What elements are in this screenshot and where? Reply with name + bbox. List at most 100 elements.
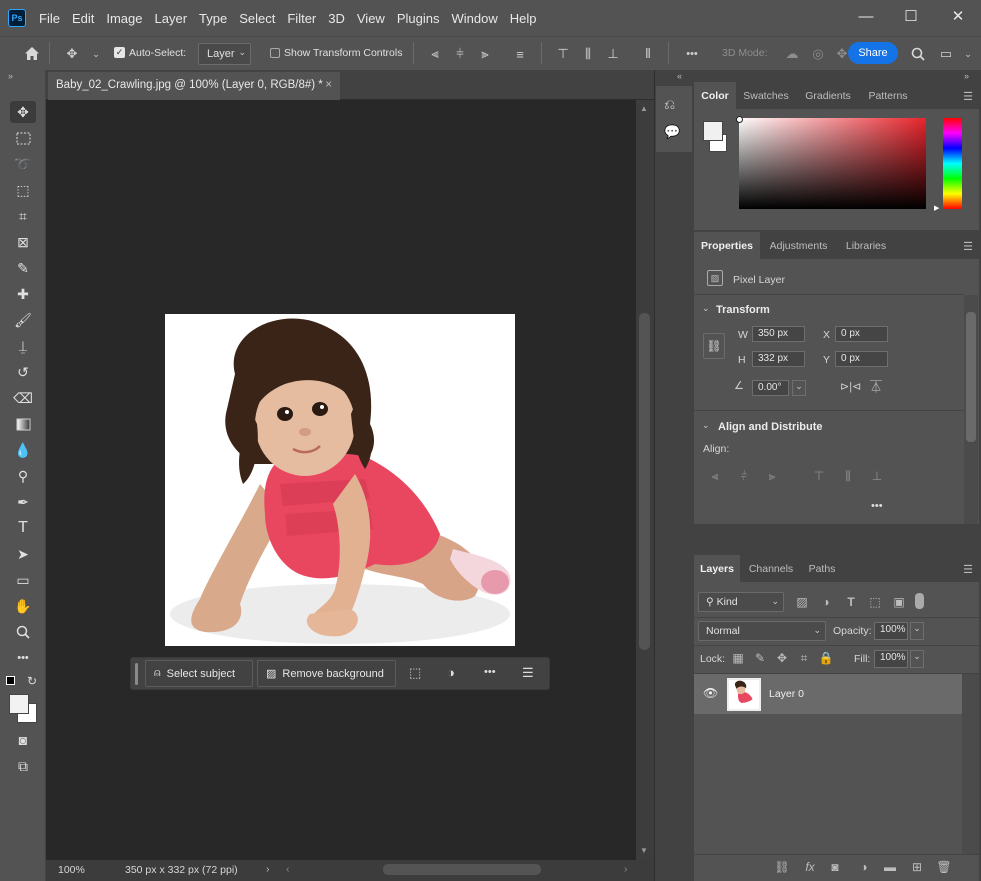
eraser-tool-icon[interactable]: ⌫: [10, 387, 36, 409]
menu-type[interactable]: Type: [193, 10, 233, 28]
document-image[interactable]: [165, 314, 515, 646]
more-options-icon[interactable]: •••: [484, 666, 496, 678]
path-selection-tool-icon[interactable]: ➤: [10, 543, 36, 565]
foreground-color-swatch[interactable]: [703, 121, 723, 141]
collapse-toolbar-icon[interactable]: »: [8, 71, 13, 81]
comments-panel-icon[interactable]: 💬: [664, 124, 680, 140]
align-left-edges-icon[interactable]: ⫷: [707, 468, 723, 484]
share-button[interactable]: Share: [848, 42, 898, 64]
move-tool-preset-icon[interactable]: ✥: [62, 45, 82, 63]
collapse-panels-icon[interactable]: »: [964, 71, 969, 81]
filter-adjustment-icon[interactable]: ◑: [818, 594, 834, 610]
lock-image-icon[interactable]: ✎: [752, 650, 768, 666]
healing-brush-tool-icon[interactable]: ✚: [10, 283, 36, 305]
new-adjustment-layer-icon[interactable]: ◑: [856, 859, 872, 875]
auto-select-target-dropdown[interactable]: Layer ⌄: [198, 43, 251, 65]
brush-tool-icon[interactable]: 🖌: [10, 309, 36, 331]
add-mask-icon[interactable]: ◙: [827, 859, 843, 875]
quick-mask-icon[interactable]: ◙: [10, 729, 36, 751]
eye-icon[interactable]: 👁: [703, 686, 718, 700]
search-icon[interactable]: [908, 45, 928, 63]
show-transform-checkbox[interactable]: [270, 48, 280, 58]
distribute-vertically-icon[interactable]: ≡: [510, 45, 530, 63]
close-tab-icon[interactable]: ×: [325, 79, 332, 91]
blur-tool-icon[interactable]: 💧: [10, 439, 36, 461]
lock-all-icon[interactable]: 🔒: [818, 650, 834, 666]
settings-sliders-icon[interactable]: ☰: [522, 665, 534, 681]
delete-layer-icon[interactable]: 🗑: [936, 859, 952, 875]
menu-3d[interactable]: 3D: [322, 10, 351, 28]
fill-field[interactable]: 100%: [874, 650, 908, 668]
menu-image[interactable]: Image: [100, 10, 148, 28]
chevron-down-icon[interactable]: ⌄: [702, 303, 710, 314]
menu-select[interactable]: Select: [233, 10, 281, 28]
tab-color[interactable]: Color: [694, 82, 736, 109]
select-subject-button[interactable]: ⍝ Select subject: [145, 660, 253, 687]
y-field[interactable]: 0 px: [835, 351, 888, 367]
align-top-edges-icon[interactable]: ⊤: [811, 468, 827, 484]
more-options-icon[interactable]: •••: [871, 500, 883, 512]
chevron-down-icon[interactable]: ⌄: [910, 650, 924, 668]
pen-tool-icon[interactable]: ✒: [10, 491, 36, 513]
lock-position-icon[interactable]: ✥: [774, 650, 790, 666]
chevron-down-icon[interactable]: ⌄: [958, 45, 978, 63]
zoom-tool-icon[interactable]: [10, 621, 36, 643]
scroll-right-icon[interactable]: ›: [624, 863, 628, 875]
hand-tool-icon[interactable]: ✋: [10, 595, 36, 617]
tab-swatches[interactable]: Swatches: [736, 82, 796, 109]
link-layers-icon[interactable]: ⛓: [774, 859, 790, 875]
menu-help[interactable]: Help: [504, 10, 543, 28]
transform-selection-icon[interactable]: ⬚: [409, 665, 421, 681]
vertical-scroll-thumb[interactable]: [639, 313, 650, 650]
hue-slider-handle[interactable]: ▶: [934, 204, 939, 212]
distribute-horizontally-icon[interactable]: ⦀: [638, 45, 658, 63]
filter-kind-dropdown[interactable]: ⚲ Kind ⌄: [698, 592, 784, 612]
3d-orbit-icon[interactable]: ☁: [782, 45, 802, 63]
new-layer-icon[interactable]: ⊞: [909, 859, 925, 875]
drag-handle[interactable]: [135, 663, 138, 685]
panel-menu-icon[interactable]: ☰: [963, 90, 973, 103]
eyedropper-tool-icon[interactable]: ✎: [10, 257, 36, 279]
layer-row[interactable]: 👁 Layer 0: [694, 674, 962, 714]
lock-artboard-icon[interactable]: ⌗: [796, 650, 812, 666]
align-section-title[interactable]: Align and Distribute: [718, 421, 823, 433]
angle-field[interactable]: 0.00°: [752, 380, 789, 396]
width-field[interactable]: 350 px: [752, 326, 805, 342]
document-info[interactable]: 350 px x 332 px (72 ppi): [125, 864, 238, 876]
properties-scroll-thumb[interactable]: [966, 312, 976, 442]
rectangle-tool-icon[interactable]: ▭: [10, 569, 36, 591]
frame-tool-icon[interactable]: ⊠: [10, 231, 36, 253]
scroll-up-icon[interactable]: ▲: [640, 104, 648, 113]
clone-stamp-tool-icon[interactable]: ⍊: [10, 335, 36, 357]
filter-pixel-icon[interactable]: ▨: [794, 594, 810, 610]
menu-plugins[interactable]: Plugins: [391, 10, 446, 28]
flip-vertical-icon[interactable]: ⏄: [870, 378, 882, 395]
chevron-down-icon[interactable]: ⌄: [702, 420, 710, 431]
remove-background-button[interactable]: ▨ Remove background: [257, 660, 396, 687]
close-window-button[interactable]: ✕: [946, 6, 970, 26]
menu-window[interactable]: Window: [445, 10, 503, 28]
menu-edit[interactable]: Edit: [66, 10, 100, 28]
foreground-color-swatch[interactable]: [9, 694, 29, 714]
filter-type-icon[interactable]: T: [843, 594, 859, 610]
flip-horizontal-icon[interactable]: ⊳|⊲: [840, 380, 861, 393]
tab-layers[interactable]: Layers: [694, 555, 740, 582]
align-horizontal-centers-icon[interactable]: ⫩: [450, 45, 470, 63]
zoom-level[interactable]: 100%: [58, 864, 85, 876]
filter-smart-object-icon[interactable]: ▣: [891, 594, 907, 610]
history-brush-tool-icon[interactable]: ↺: [10, 361, 36, 383]
type-tool-icon[interactable]: T: [10, 517, 36, 539]
chevron-down-icon[interactable]: ⌄: [910, 622, 924, 640]
filter-shape-icon[interactable]: ⬚: [867, 594, 883, 610]
panel-menu-icon[interactable]: ☰: [963, 240, 973, 253]
tab-adjustments[interactable]: Adjustments: [760, 232, 837, 259]
align-right-edges-icon[interactable]: ⫸: [764, 468, 780, 484]
align-bottom-edges-icon[interactable]: ⊥: [869, 468, 885, 484]
screen-mode-icon[interactable]: ⧉: [10, 755, 36, 777]
lock-transparent-icon[interactable]: ▦: [730, 650, 746, 666]
align-left-edges-icon[interactable]: ⫷: [425, 45, 445, 63]
object-selection-tool-icon[interactable]: ⬚: [10, 179, 36, 201]
chevron-down-icon[interactable]: ⌄: [86, 45, 106, 63]
panel-menu-icon[interactable]: ☰: [963, 563, 973, 576]
menu-view[interactable]: View: [351, 10, 391, 28]
